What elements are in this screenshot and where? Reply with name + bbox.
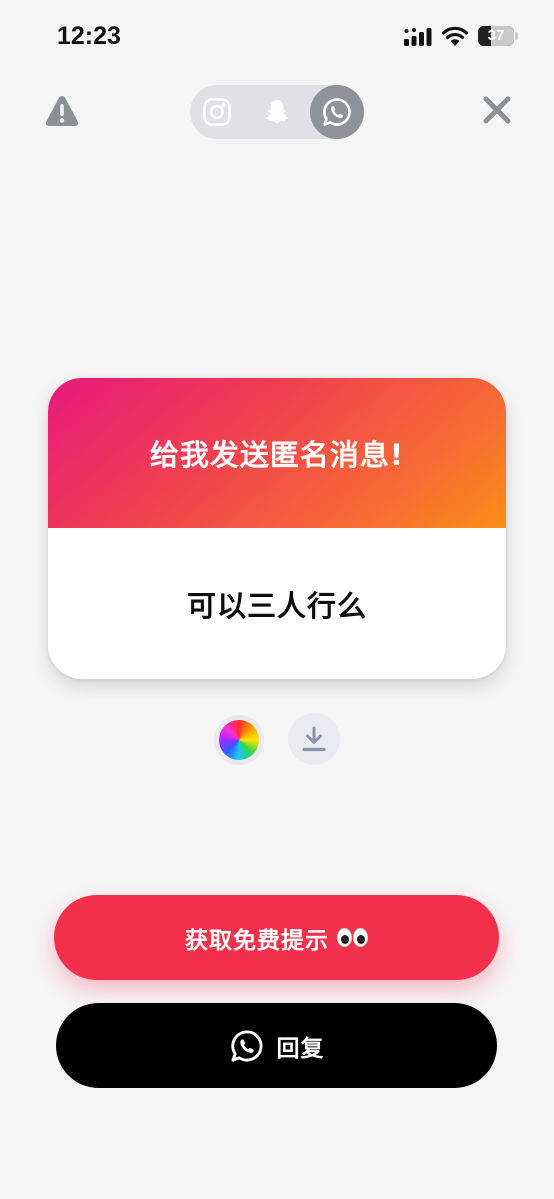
card-message: 可以三人行么 [186, 588, 367, 623]
battery-tip [515, 32, 518, 40]
tab-instagram[interactable] [190, 85, 244, 139]
eye-left [337, 928, 352, 947]
report-button[interactable] [44, 94, 80, 128]
platform-switch [190, 85, 364, 139]
tab-snapchat[interactable] [250, 85, 304, 139]
reply-button[interactable]: 回复 [56, 1003, 497, 1088]
card-body: 可以三人行么 [48, 528, 506, 679]
eyes-emoji [337, 928, 368, 947]
tab-whatsapp[interactable] [310, 85, 364, 139]
wifi-icon [441, 26, 469, 46]
battery-indicator: 37 [478, 26, 514, 46]
color-wheel-icon [219, 720, 259, 760]
close-button[interactable] [481, 94, 513, 126]
color-picker-button[interactable] [214, 715, 264, 765]
status-time: 12:23 [57, 22, 121, 50]
close-icon [483, 96, 511, 124]
hint-label: 获取免费提示 [185, 927, 329, 954]
whatsapp-icon [230, 1029, 262, 1062]
card-prompt: 给我发送匿名消息! [149, 438, 405, 472]
message-card: 给我发送匿名消息! 可以三人行么 [48, 378, 506, 679]
card-header: 给我发送匿名消息! [48, 378, 506, 528]
download-button[interactable] [288, 713, 340, 765]
get-free-hint-button[interactable]: 获取免费提示 [54, 895, 499, 980]
warning-icon [45, 96, 79, 126]
page: 12:23 37 给我发送匿名消息! 可以三人行么 获取免费提示 回复 [0, 0, 554, 1199]
status-bar: 12:23 37 [0, 0, 554, 72]
battery-percent: 37 [487, 27, 505, 44]
download-icon [302, 726, 326, 752]
whatsapp-icon [323, 98, 351, 126]
snapchat-ghost-icon [265, 100, 289, 124]
reply-label: 回复 [276, 1035, 325, 1062]
signal-icon [404, 28, 432, 46]
instagram-icon [203, 98, 231, 126]
eye-right [353, 928, 368, 947]
